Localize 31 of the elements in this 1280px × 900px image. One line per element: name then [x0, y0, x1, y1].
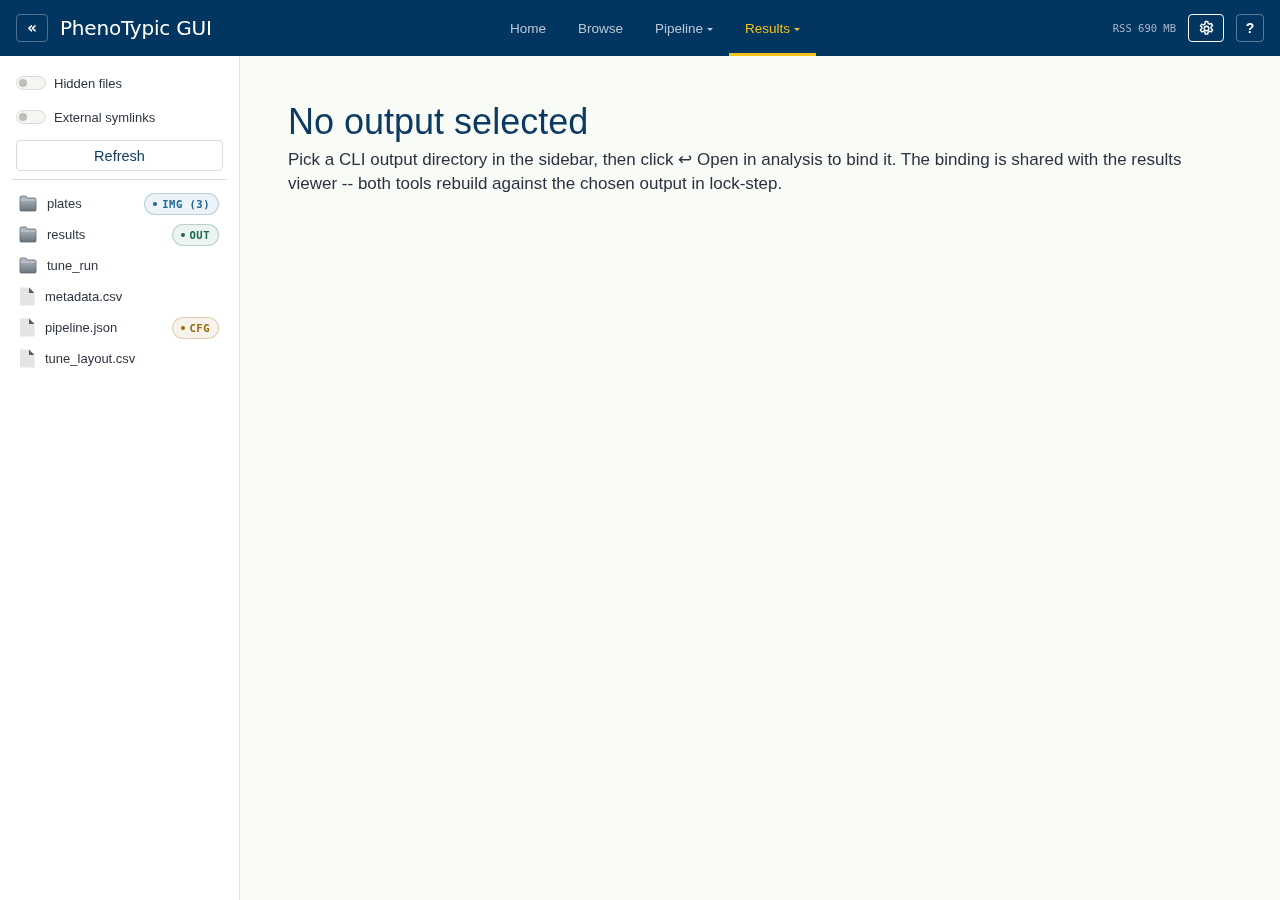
file-name[interactable]: tune_run [47, 258, 99, 273]
folder-icon [19, 257, 37, 274]
toggle-switch[interactable] [16, 110, 46, 124]
file-icon [19, 349, 35, 368]
settings-button[interactable] [1188, 14, 1224, 42]
app-title: PhenoTypic GUI [60, 16, 212, 40]
file-name[interactable]: metadata.csv [45, 289, 123, 304]
file-icon [19, 287, 35, 306]
page-heading: No output selected [288, 100, 590, 144]
collapse-sidebar-button[interactable]: « [16, 14, 48, 42]
help-button[interactable]: ? [1236, 14, 1264, 42]
toggle-label: Hidden files [54, 75, 122, 91]
folder-icon [19, 226, 37, 243]
refresh-button[interactable]: Refresh [16, 140, 223, 171]
nav-tab[interactable]: Home [494, 0, 562, 56]
memory-readout: RSS 690 MB [1112, 22, 1176, 34]
file-name[interactable]: tune_layout.csv [45, 351, 136, 366]
file-icon [19, 318, 35, 337]
toggle-switch[interactable] [16, 76, 46, 90]
settings-icon [1197, 19, 1215, 37]
instructions-text: Pick a CLI output directory in the sidebar, then click ↩ Open in analysis to bind it. The binding is shared with the results viewer -- both tools rebuild against the chosen output in lock-step. [288, 149, 1183, 195]
file-name[interactable]: plates [47, 196, 82, 211]
tag-label: OUT [189, 228, 210, 241]
folder-icon [19, 195, 37, 212]
file-name[interactable]: pipeline.json [45, 320, 118, 335]
tag-label: IMG (3) [162, 197, 210, 210]
toggle-label: External symlinks [54, 109, 156, 125]
tag-label: CFG [189, 321, 210, 334]
nav-tab[interactable]: Pipeline [639, 0, 730, 56]
file-name[interactable]: results [47, 227, 86, 242]
nav-tab[interactable]: Browse [562, 0, 640, 56]
